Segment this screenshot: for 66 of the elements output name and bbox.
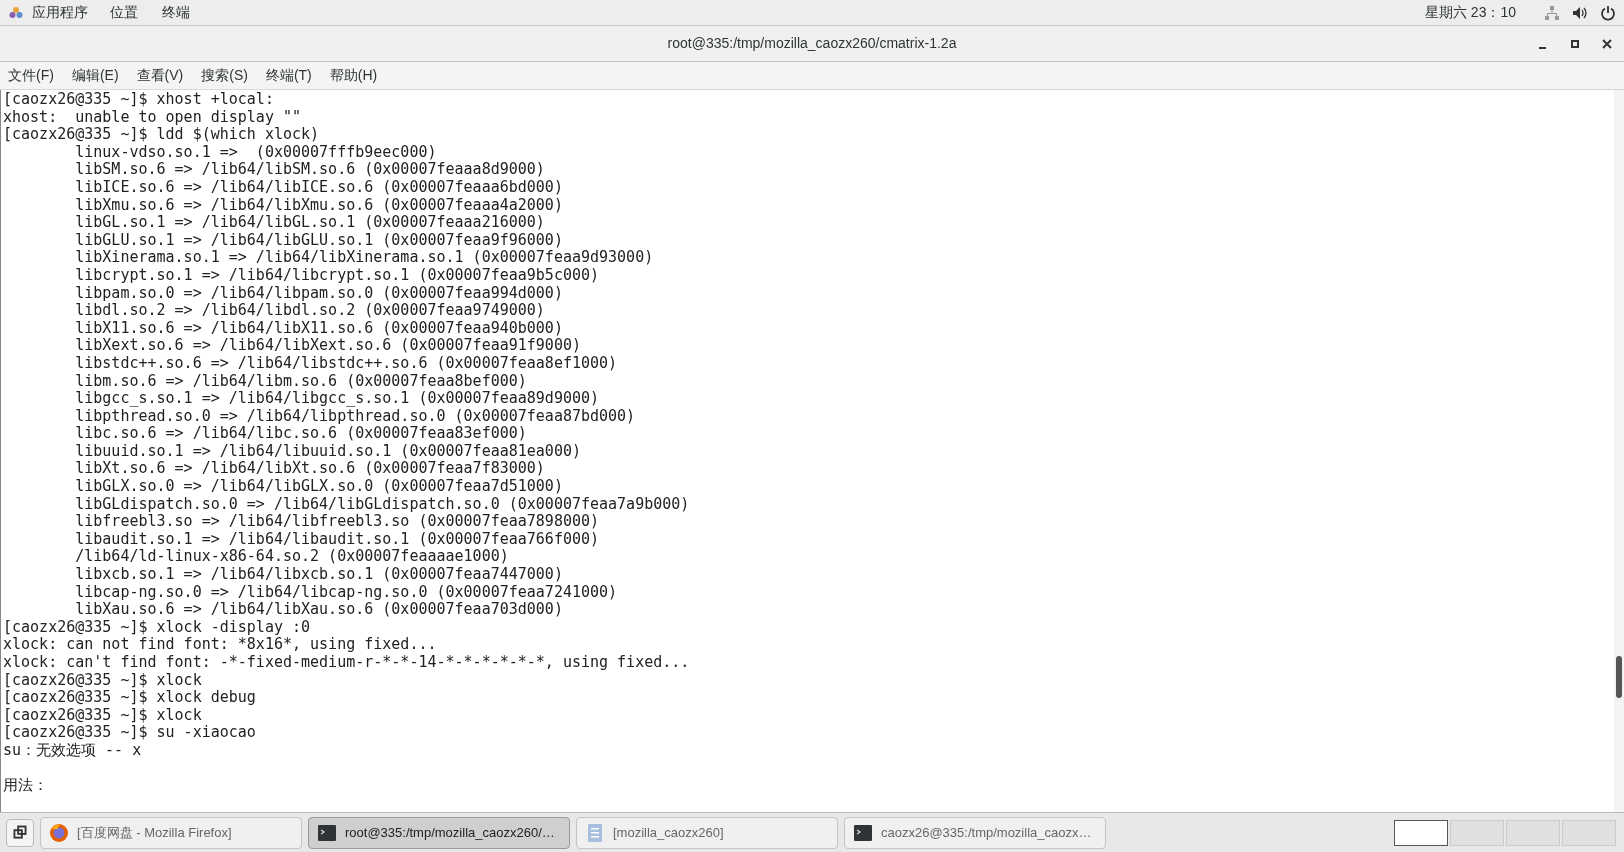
terminal-line: libGLX.so.0 => /lib64/libGLX.so.0 (0x00007feaa7d51000) (74, 478, 564, 496)
document-icon (585, 822, 605, 843)
terminal-line: libfreebl3.so => /lib64/libfreebl3.so (0x00007feaa7898000) (74, 513, 601, 531)
taskbar-button[interactable]: [百度网盘 - Mozilla Firefox] (40, 816, 302, 849)
terminal-icon (317, 822, 337, 843)
terminal-line: linux-vdso.so.1 => (0x00007fffb9eec000) (74, 143, 438, 162)
terminal-line: [caozx26@335 ~]$ ldd $(which xlock) (3, 126, 321, 144)
terminal-line: libcrypt.so.1 => /lib64/libcrypt.so.1 (0x00007feaa9b5c000) (74, 266, 601, 285)
workspace-thumbnail[interactable] (1394, 819, 1448, 846)
terminal-line: libICE.so.6 => /lib64/libICE.so.6 (0x00007feaaa6bd000) (74, 178, 564, 197)
terminal-icon (853, 822, 873, 843)
terminal-line: libaudit.so.1 => /lib64/libaudit.so.1 (0x00007feaa766f000) (74, 530, 601, 549)
terminal-line: 用法： (3, 777, 49, 795)
terminal-line: libcap-ng.so.0 => /lib64/libcap-ng.so.0 (0x00007feaa7241000) (74, 583, 619, 602)
terminal-line: libuuid.so.1 => /lib64/libuuid.so.1 (0x00007feaa81ea000) (74, 442, 582, 461)
terminal-line: libstdc++.so.6 => /lib64/libstdc++.so.6 (0x00007feaa8ef1000) (74, 354, 619, 373)
menu-item[interactable]: 帮助(H) (325, 65, 382, 86)
terminal-line: libXinerama.so.1 => /lib64/libXinerama.so.1 (0x00007feaa9d93000) (74, 249, 655, 267)
taskbar-button[interactable]: root@335:/tmp/mozilla_caozx260/… (308, 816, 570, 849)
terminal-line: libXmu.so.6 => /lib64/libXmu.so.6 (0x00007feaaa4a2000) (74, 196, 564, 215)
window-title: root@335:/tmp/mozilla_caozx260/cmatrix-1.2a (666, 34, 958, 53)
terminal-line: [caozx26@335 ~]$ xlock (3, 706, 203, 725)
terminal-line: libdl.so.2 => /lib64/libdl.so.2 (0x00007feaa9749000) (74, 302, 546, 320)
menu-item[interactable]: 文件(F) (4, 65, 58, 86)
top-menu[interactable]: 应用程序 (32, 2, 88, 23)
clock[interactable]: 星期六 23：10 (1424, 2, 1516, 23)
terminal-line: [caozx26@335 ~]$ xhost +local: (3, 91, 275, 109)
globe-icon (49, 822, 69, 843)
show-desktop-icon[interactable] (6, 818, 34, 847)
apps-icon (8, 4, 24, 21)
menu-item[interactable]: 查看(V) (132, 65, 188, 86)
menu-item[interactable]: 编辑(E) (67, 65, 123, 86)
terminal-line: libc.so.6 => /lib64/libc.so.6 (0x00007feaa83ef000) (74, 425, 528, 443)
terminal-line: libGL.so.1 => /lib64/libGL.so.1 (0x00007feaaa216000) (74, 214, 546, 232)
terminal-line: libSM.so.6 => /lib64/libSM.so.6 (0x00007feaaa8d9000) (74, 161, 546, 179)
terminal-line: libGLU.so.1 => /lib64/libGLU.so.1 (0x00007feaa9f96000) (74, 231, 564, 250)
terminal-line: libm.so.6 => /lib64/libm.so.6 (0x00007feaa8bef000) (74, 372, 528, 391)
terminal-line: [caozx26@335 ~]$ xlock (3, 671, 203, 690)
terminal-line: libX11.so.6 => /lib64/libX11.so.6 (0x00007feaa940b000) (74, 319, 564, 338)
terminal-line: xhost: unable to open display "" (3, 108, 302, 127)
close-icon[interactable] (1600, 37, 1614, 51)
maximize-icon[interactable] (1568, 37, 1582, 51)
top-menu[interactable]: 位置 (110, 2, 138, 23)
taskbar-button[interactable]: [mozilla_caozx260] (576, 816, 838, 849)
scrollbar-thumb[interactable] (1616, 656, 1622, 698)
terminal-line: libpthread.so.0 => /lib64/libpthread.so.0 (0x00007feaa87bd000) (74, 407, 637, 426)
terminal-line: libgcc_s.so.1 => /lib64/libgcc_s.so.1 (0x00007feaa89d9000) (74, 390, 601, 408)
taskbar-button[interactable]: caozx26@335:/tmp/mozilla_caozx… (844, 816, 1106, 849)
top-menu[interactable]: 终端 (162, 2, 190, 23)
terminal-line: libXext.so.6 => /lib64/libXext.so.6 (0x00007feaa91f9000) (74, 337, 582, 355)
terminal-line: xlock: can't find font: -*-fixed-medium-r-*-*-14-*-*-*-*-*-*, using fixed... (3, 654, 691, 672)
terminal-line: libXau.so.6 => /lib64/libXau.so.6 (0x00007feaa703d000) (74, 601, 564, 619)
terminal-line: libXt.so.6 => /lib64/libXt.so.6 (0x00007feaa7f83000) (74, 460, 546, 479)
terminal-line: [caozx26@335 ~]$ xlock -display :0 (3, 618, 312, 637)
terminal-line: [caozx26@335 ~]$ xlock debug (3, 689, 257, 707)
terminal-line: xlock: can not find font: *8x16*, using fixed... (3, 636, 438, 654)
menu-item[interactable]: 终端(T) (261, 65, 316, 86)
terminal-line: libpam.so.0 => /lib64/libpam.so.0 (0x00007feaa994d000) (74, 284, 564, 303)
terminal-line: libGLdispatch.so.0 => /lib64/libGLdispatch.so.0 (0x00007feaa7a9b000) (74, 495, 691, 514)
terminal-line: su：无效选项 -- x (3, 741, 143, 760)
terminal-line: /lib64/ld-linux-x86-64.so.2 (0x00007feaaaae1000) (74, 548, 510, 567)
menu-item[interactable]: 搜索(S) (197, 65, 252, 86)
scrollbar[interactable] (1614, 90, 1624, 812)
power-icon[interactable] (1600, 4, 1616, 21)
terminal-line: [caozx26@335 ~]$ su -xiaocao (3, 724, 257, 742)
terminal-line: libxcb.so.1 => /lib64/libxcb.so.1 (0x00007feaa7447000) (74, 566, 564, 584)
